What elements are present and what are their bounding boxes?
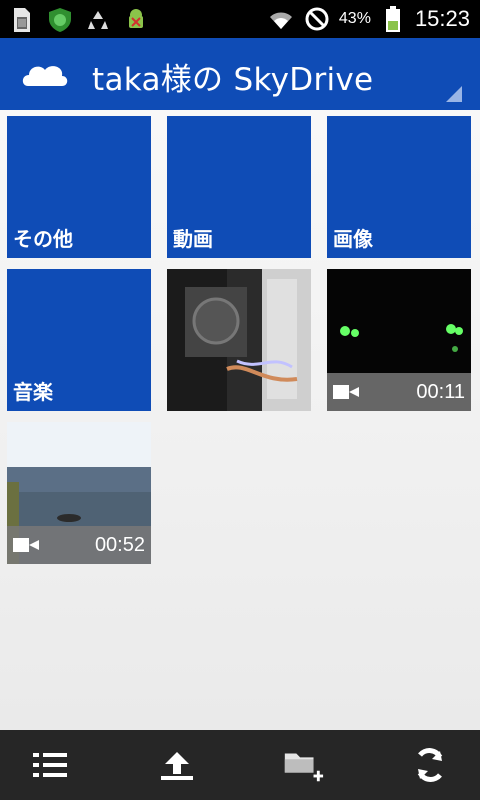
- photo-tile[interactable]: [167, 269, 311, 411]
- list-icon: [33, 753, 67, 777]
- photo-thumbnail: [167, 269, 311, 411]
- status-left-icons: [8, 6, 150, 34]
- sim-card-icon: [8, 6, 36, 34]
- cloud-icon[interactable]: [18, 56, 70, 90]
- wifi-icon: [267, 5, 295, 33]
- video-tile[interactable]: 00:11: [327, 269, 471, 411]
- refresh-button[interactable]: [408, 743, 452, 787]
- folder-label: 画像: [333, 227, 373, 251]
- list-view-button[interactable]: [28, 743, 72, 787]
- clock: 15:23: [414, 6, 470, 31]
- bottom-toolbar: [0, 730, 480, 800]
- upload-button[interactable]: [155, 743, 199, 787]
- page-title[interactable]: taka様の SkyDrive: [92, 54, 373, 99]
- video-tile[interactable]: 00:52: [7, 422, 151, 564]
- no-signal-icon: [303, 5, 331, 33]
- battery-percent: 43%: [338, 10, 371, 27]
- android-bug-icon: [122, 6, 150, 34]
- video-camera-icon: [13, 538, 39, 552]
- folder-tile[interactable]: 音楽: [7, 269, 151, 411]
- refresh-icon: [417, 748, 443, 782]
- recycle-icon: [84, 6, 112, 34]
- folder-label: その他: [13, 227, 73, 251]
- video-camera-icon: [333, 385, 359, 399]
- new-folder-button[interactable]: [281, 743, 325, 787]
- new-folder-icon: [285, 753, 324, 782]
- menu-corner-indicator: [446, 86, 462, 102]
- upload-icon: [160, 752, 193, 780]
- folder-label: 音楽: [13, 380, 53, 404]
- folder-tile[interactable]: 動画: [167, 116, 311, 258]
- folder-label: 動画: [173, 227, 213, 251]
- status-right: 43% 15:23: [267, 0, 470, 38]
- app-bar: taka様の SkyDrive: [0, 38, 480, 110]
- video-info-bar: 00:11: [327, 373, 471, 411]
- video-duration: 00:52: [94, 533, 145, 556]
- battery-icon: [379, 5, 407, 33]
- video-duration: 00:11: [416, 380, 465, 403]
- folder-tile[interactable]: その他: [7, 116, 151, 258]
- video-info-bar: 00:52: [7, 526, 151, 564]
- status-bar: 43% 15:23: [0, 0, 480, 38]
- tile-grid: その他 動画 画像 音楽 00:11 00:52: [0, 110, 480, 730]
- shield-lion-icon: [46, 6, 74, 34]
- folder-tile[interactable]: 画像: [327, 116, 471, 258]
